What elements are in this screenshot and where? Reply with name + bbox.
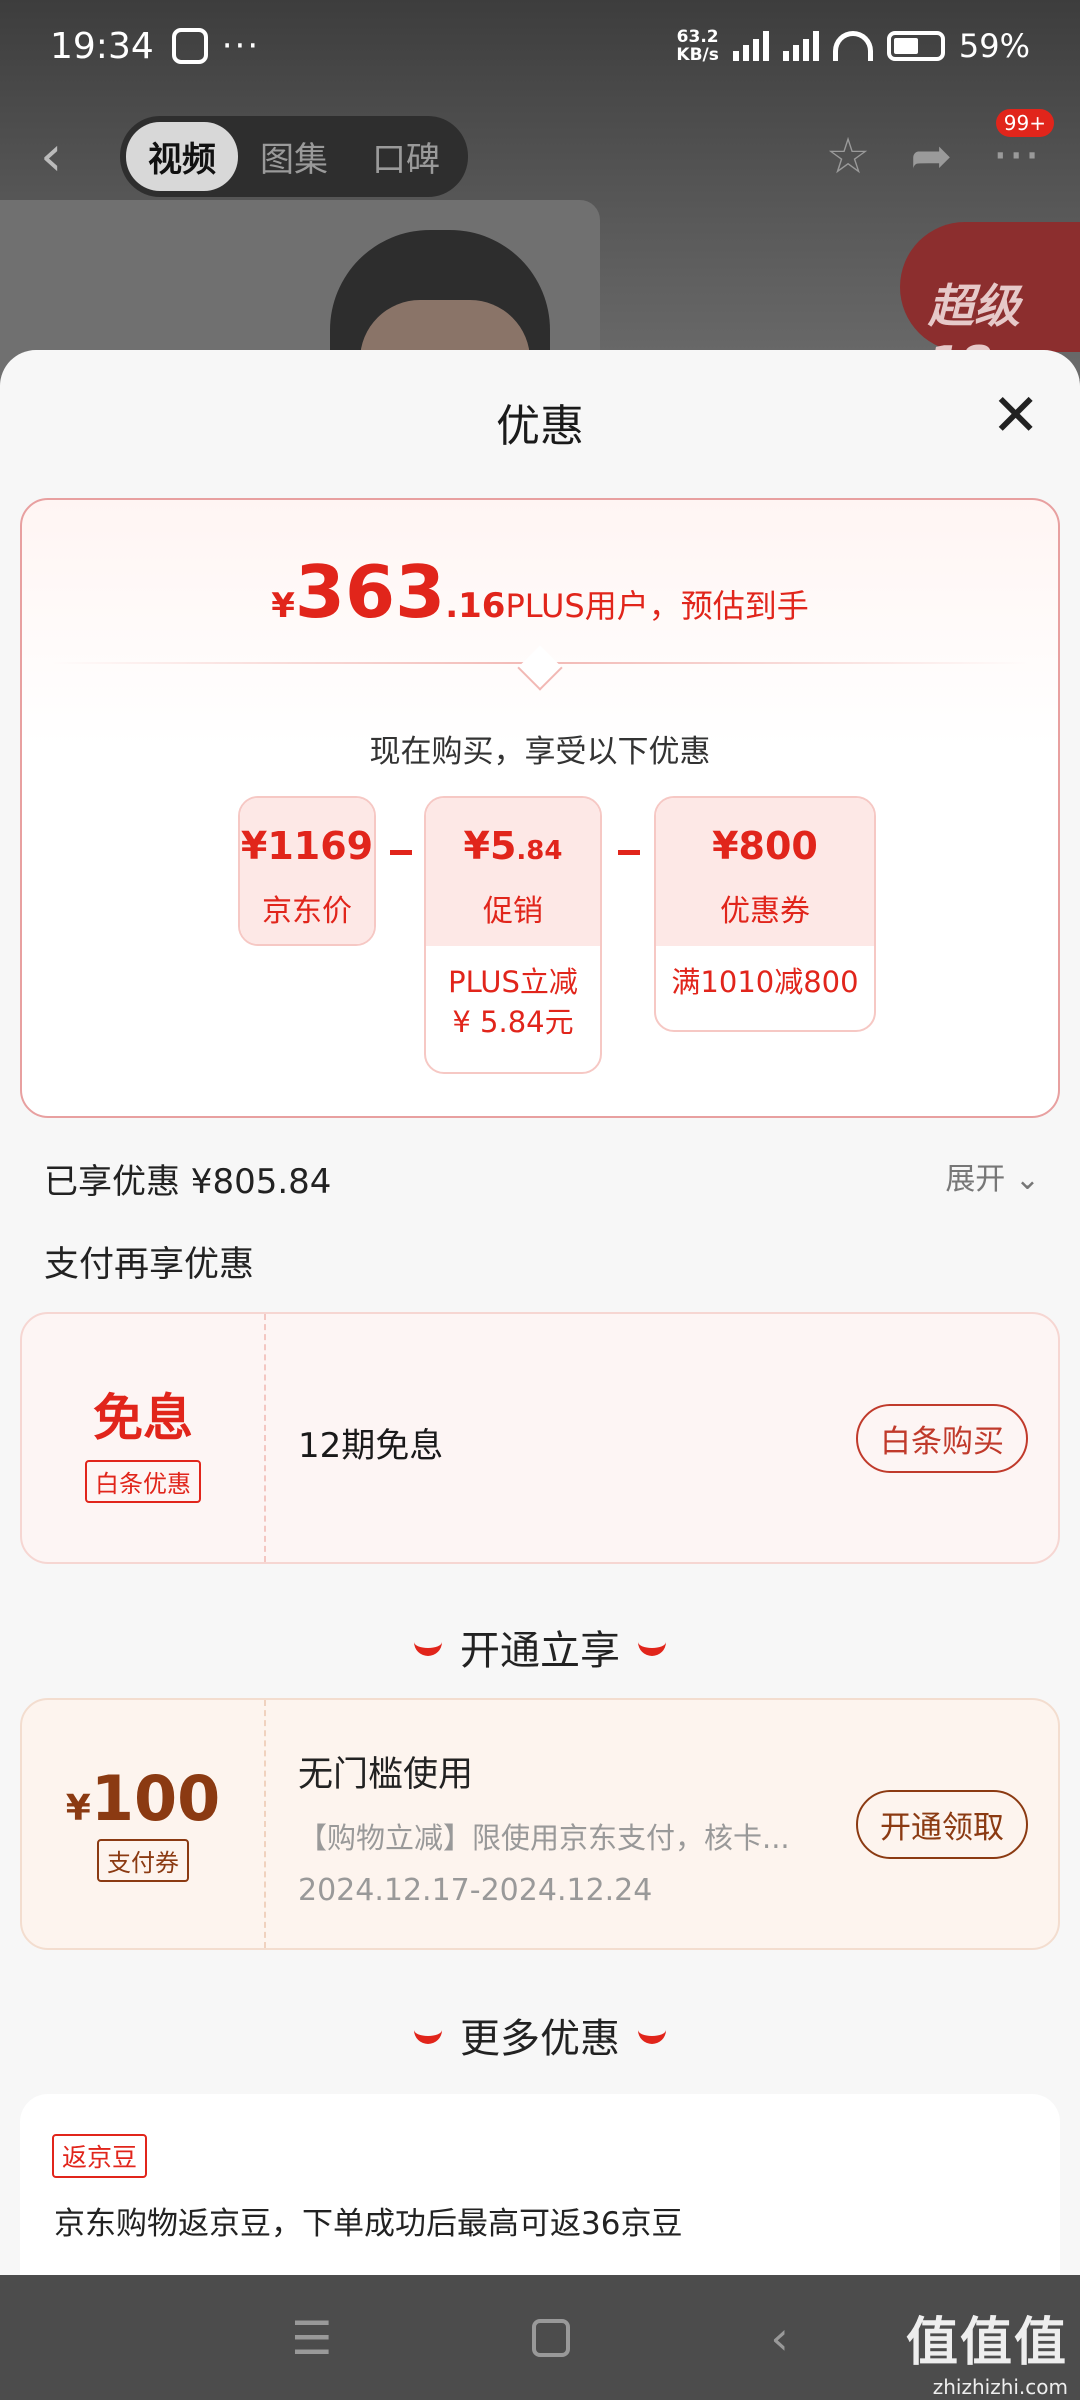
section-more-heading: 更多优惠 — [0, 2006, 1080, 2064]
watermark: 值值值 zhizhizhi.com — [905, 2313, 1068, 2399]
back-icon[interactable]: ‹ — [770, 2311, 788, 2365]
status-bar: 19:34 ··· 63.2 KB/s 59% — [0, 0, 1080, 92]
final-price: ¥363.16PLUS用户，预估到手 — [271, 550, 809, 634]
chip-jd-price: ¥1169 京东价 — [238, 796, 376, 946]
baitiao-title: 免息 — [93, 1389, 193, 1447]
share-icon[interactable]: ➦ — [910, 127, 952, 185]
tab-gallery[interactable]: 图集 — [238, 122, 350, 191]
buy-now-text: 现在购买，享受以下优惠 — [369, 734, 711, 770]
baitiao-tag: 白条优惠 — [85, 1460, 201, 1503]
price-breakdown-card: ¥363.16PLUS用户，预估到手 现在购买，享受以下优惠 ¥1169 京东价… — [20, 498, 1060, 1118]
coupon-title: 无门槛使用 — [298, 1755, 474, 1795]
baitiao-card: 免息 白条优惠 12期免息 白条购买 — [20, 1312, 1060, 1564]
coupon-amount: ¥100 — [65, 1762, 221, 1835]
sheet-title: 优惠 — [496, 401, 584, 452]
jingdou-card: 返京豆 京东购物返京豆，下单成功后最高可返36京豆 — [20, 2094, 1060, 2275]
minus-icon — [618, 850, 640, 855]
discount-sheet: 优惠 ✕ ¥363.16PLUS用户，预估到手 现在购买，享受以下优惠 ¥116… — [0, 350, 1080, 2275]
battery-icon — [886, 31, 945, 61]
close-icon[interactable]: ✕ — [991, 386, 1040, 444]
tab-reviews[interactable]: 口碑 — [350, 122, 462, 191]
back-arrow-icon[interactable]: ‹ — [40, 124, 110, 189]
network-speed: 63.2 KB/s — [676, 27, 719, 65]
coupon-desc: 【购物立减】限使用京东支付，核卡... — [298, 1821, 790, 1855]
signal-icon — [732, 31, 769, 61]
signal-icon-2 — [782, 31, 819, 61]
coupon-dates: 2024.12.17-2024.12.24 — [298, 1873, 653, 1908]
media-tabs: 视频 图集 口碑 — [120, 115, 468, 197]
baitiao-buy-button[interactable]: 白条购买 — [856, 1404, 1028, 1473]
divider-notch — [517, 645, 563, 691]
section-open-heading: 开通立享 — [0, 1618, 1080, 1676]
status-time: 19:34 — [50, 25, 154, 67]
wifi-icon — [832, 31, 873, 61]
star-icon[interactable]: ☆ — [826, 127, 871, 185]
chevron-down-icon: ⌄ — [1014, 1162, 1040, 1197]
pay-more-heading: 支付再享优惠 — [44, 1245, 255, 1285]
expand-button[interactable]: 展开 ⌄ — [945, 1154, 1040, 1198]
menu-icon[interactable]: ☰ — [291, 2311, 332, 2365]
more-notifications-icon: ··· — [221, 26, 261, 66]
top-nav: ‹ 视频 图集 口碑 ☆ ➦ ··· 99+ — [0, 109, 1080, 197]
jingdou-text: 京东购物返京豆，下单成功后最高可返36京豆 — [54, 2206, 683, 2242]
promo-badge: 超级18 — [900, 222, 1080, 390]
message-badge: 99+ — [995, 109, 1054, 137]
coupon-tag: 支付券 — [97, 1839, 189, 1882]
chip-promotion: ¥5.84 促销 PLUS立减 ¥ 5.84元 — [424, 796, 602, 1074]
open-claim-button[interactable]: 开通领取 — [856, 1790, 1028, 1859]
home-icon[interactable] — [532, 2318, 571, 2357]
tab-video[interactable]: 视频 — [126, 121, 238, 191]
baitiao-text: 12期免息 — [298, 1426, 444, 1466]
pay-coupon-card: ¥100 支付券 无门槛使用 【购物立减】限使用京东支付，核卡... 2024.… — [20, 1698, 1060, 1950]
chip-coupon: ¥800 优惠券 满1010减800 — [654, 796, 876, 1032]
battery-percent: 59% — [958, 27, 1030, 65]
jingdou-tag: 返京豆 — [52, 2134, 148, 2178]
minus-icon — [390, 850, 412, 855]
clock-app-icon — [171, 28, 208, 64]
saved-amount: 已享优惠 ¥805.84 — [44, 1162, 332, 1202]
